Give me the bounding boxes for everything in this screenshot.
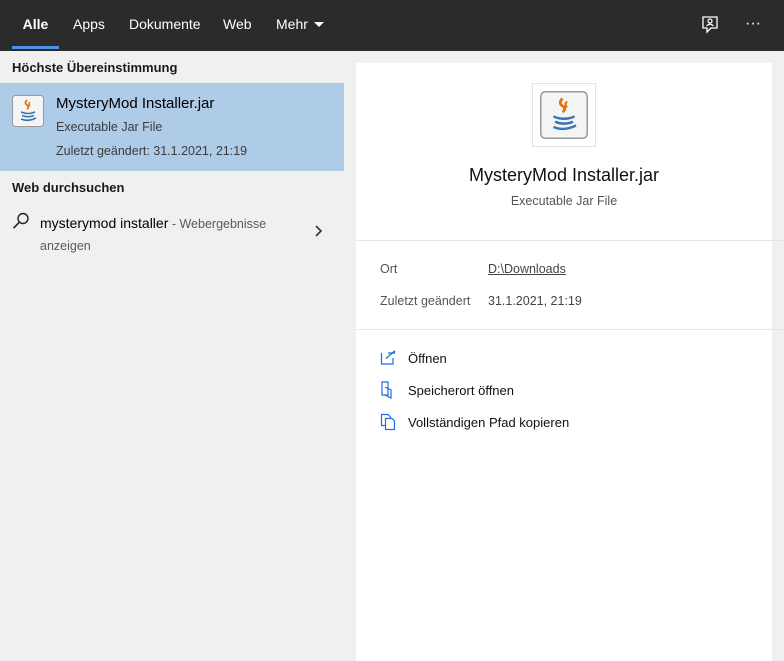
- chevron-right-icon[interactable]: [313, 224, 325, 238]
- web-search-header: Web durchsuchen: [12, 180, 125, 195]
- chevron-down-icon: [313, 21, 324, 27]
- best-match-title: MysteryMod Installer.jar: [56, 95, 214, 112]
- copy-icon: [380, 413, 396, 431]
- best-match-title-ext: .jar: [193, 95, 215, 112]
- tab-web[interactable]: Web: [223, 0, 252, 51]
- divider: [356, 329, 784, 330]
- divider: [356, 240, 784, 241]
- best-match-title-name: MysteryMod Installer: [56, 95, 194, 112]
- open-label: Öffnen: [408, 351, 447, 366]
- modified-value: 31.1.2021, 21:19: [488, 294, 582, 308]
- java-icon: [12, 95, 44, 127]
- tab-apps[interactable]: Apps: [73, 0, 105, 51]
- feedback-icon[interactable]: [698, 13, 722, 37]
- file-location-icon: [380, 381, 396, 399]
- location-link[interactable]: D:\Downloads: [488, 262, 566, 276]
- best-match-type: Executable Jar File: [56, 120, 163, 134]
- app-tile: [532, 83, 596, 147]
- results-panel: Höchste Übereinstimmung MysteryMod Insta…: [0, 51, 344, 661]
- preview-subtitle: Executable Jar File: [510, 194, 618, 208]
- copy-full-path-label: Vollständigen Pfad kopieren: [408, 415, 570, 430]
- best-match-result[interactable]: MysteryMod Installer.jar Executable Jar …: [0, 83, 344, 171]
- location-label: Ort: [380, 262, 398, 276]
- best-match-modified: Zuletzt geändert: 31.1.2021, 21:19: [56, 144, 248, 158]
- search-icon: [12, 212, 30, 230]
- preview-panel: MysteryMod Installer.jar Executable Jar …: [356, 63, 784, 661]
- java-icon: [540, 91, 588, 139]
- tab-mehr-label: Mehr: [276, 16, 308, 32]
- open-icon: [380, 349, 396, 367]
- web-search-query: mysterymod installer: [40, 215, 169, 231]
- tab-mehr[interactable]: Mehr: [276, 0, 324, 51]
- more-icon[interactable]: ···: [741, 13, 765, 37]
- preview-title: MysteryMod Installer.jar: [468, 165, 660, 185]
- modified-label: Zuletzt geändert: [380, 294, 471, 308]
- web-search-result[interactable]: mysterymod installer - Webergebnisse anz…: [0, 203, 344, 255]
- web-search-text: mysterymod installer - Webergebnisse anz…: [40, 213, 290, 257]
- best-match-header: Höchste Übereinstimmung: [12, 60, 178, 75]
- tab-alle[interactable]: Alle: [12, 0, 59, 51]
- search-filter-bar: Alle Apps Dokumente Web Mehr ···: [0, 0, 784, 51]
- tab-dokumente[interactable]: Dokumente: [129, 0, 201, 51]
- open-file-location-label: Speicherort öffnen: [408, 383, 514, 398]
